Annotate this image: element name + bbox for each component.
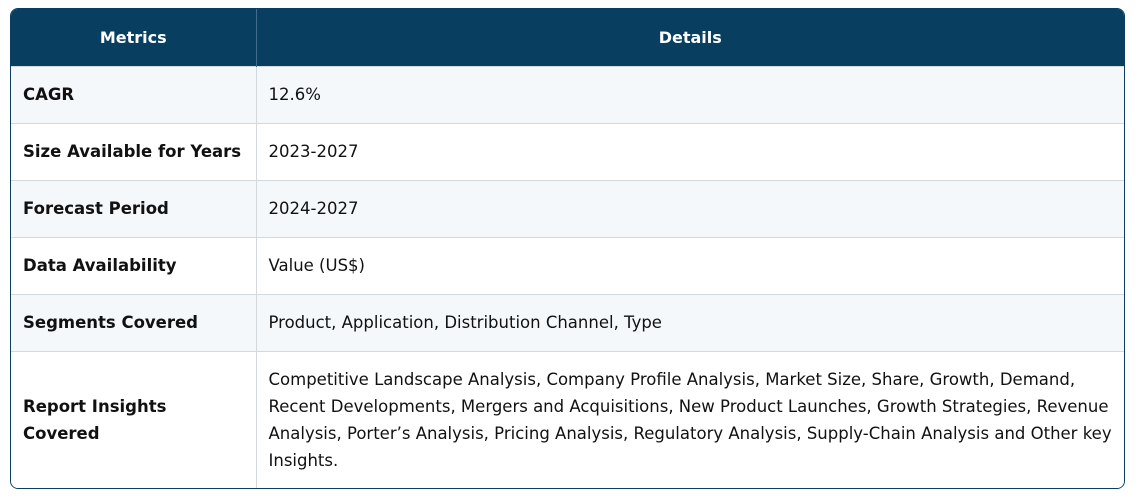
- metric-cell: Segments Covered: [11, 294, 257, 351]
- table-header-row: Metrics Details: [11, 9, 1124, 66]
- header-details: Details: [658, 27, 722, 47]
- table-row: Report Insights Covered Competitive Land…: [11, 351, 1124, 488]
- metric-cell: CAGR: [11, 66, 257, 123]
- detail-cell: Value (US$): [268, 256, 365, 275]
- table-row: Size Available for Years 2023-2027: [11, 123, 1124, 180]
- detail-cell: Competitive Landscape Analysis, Company …: [268, 369, 1112, 470]
- metric-cell: Data Availability: [11, 237, 257, 294]
- table-row: Forecast Period 2024-2027: [11, 180, 1124, 237]
- table-row: Data Availability Value (US$): [11, 237, 1124, 294]
- metric-cell: Forecast Period: [11, 180, 257, 237]
- detail-cell: Product, Application, Distribution Chann…: [268, 313, 662, 332]
- table-row: CAGR 12.6%: [11, 66, 1124, 123]
- metrics-table-container: Metrics Details CAGR 12.6% Size Availabl…: [10, 8, 1125, 489]
- header-metrics: Metrics: [11, 9, 257, 66]
- table-row: Segments Covered Product, Application, D…: [11, 294, 1124, 351]
- metrics-table: Metrics Details CAGR 12.6% Size Availabl…: [11, 9, 1124, 488]
- detail-cell: 2023-2027: [268, 142, 359, 161]
- metric-cell: Size Available for Years: [11, 123, 257, 180]
- detail-cell: 12.6%: [268, 85, 321, 104]
- metric-cell: Report Insights Covered: [11, 351, 257, 488]
- detail-cell: 2024-2027: [268, 199, 359, 218]
